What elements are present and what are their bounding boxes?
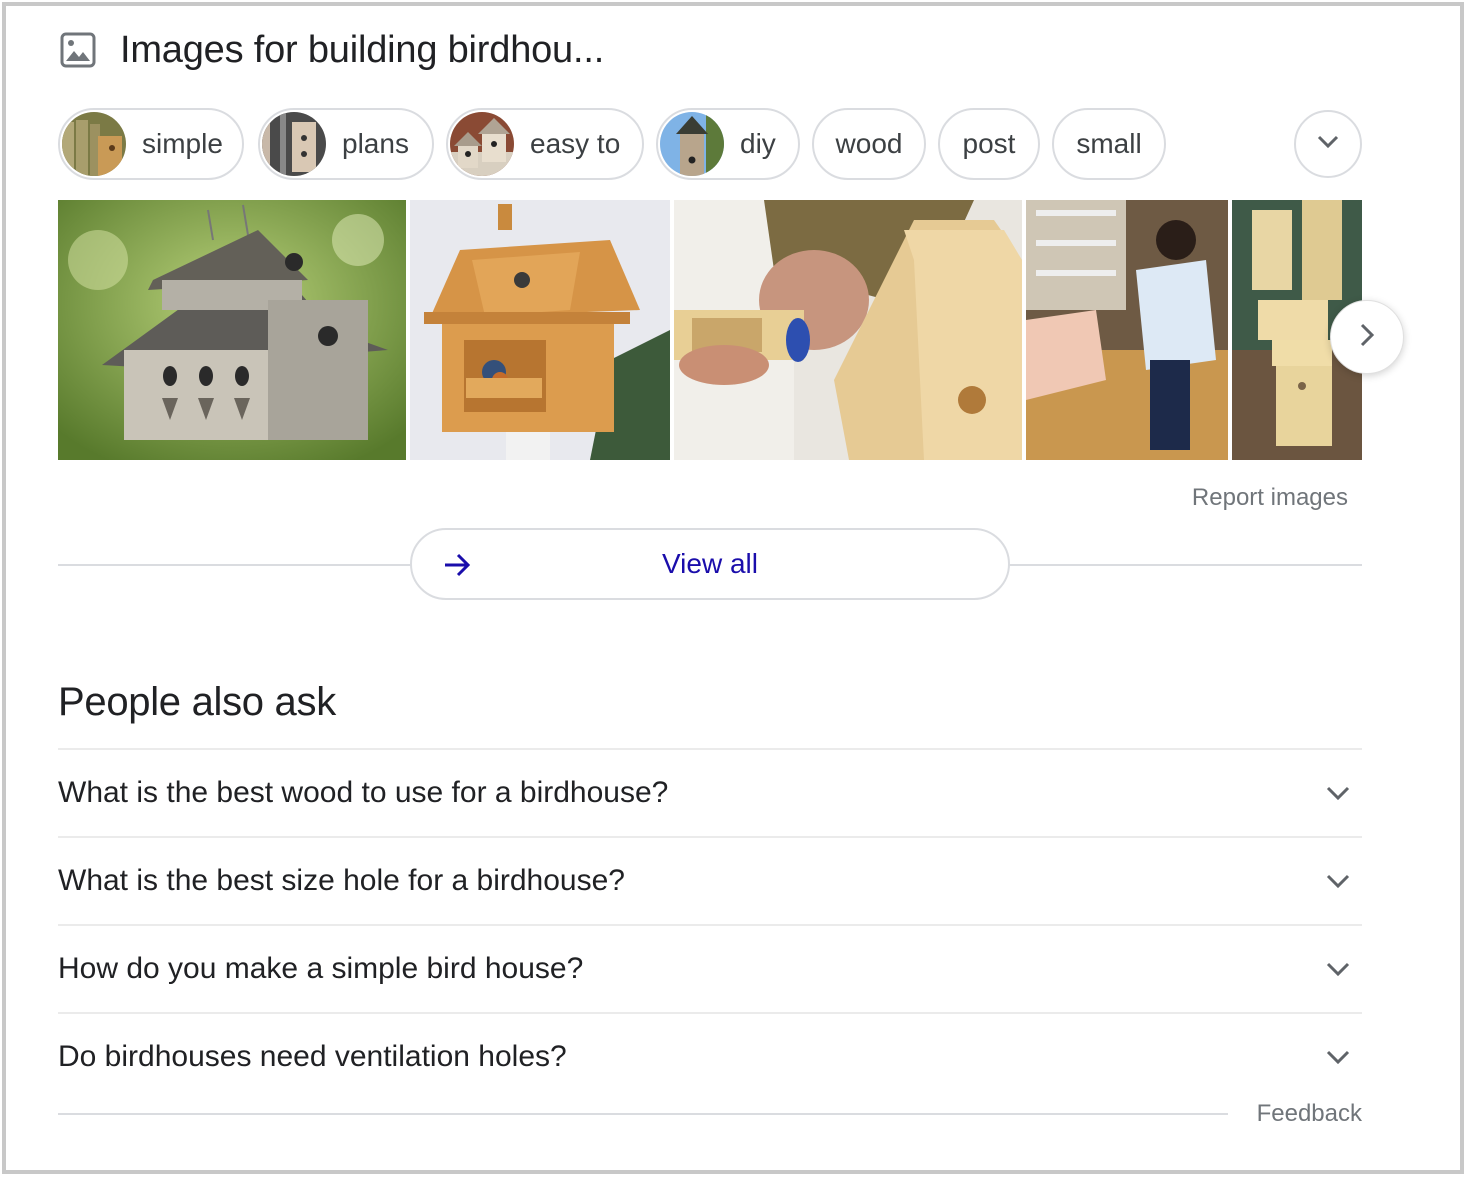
question-item[interactable]: Do birdhouses need ventilation holes? (58, 1012, 1362, 1100)
question-text: Do birdhouses need ventilation holes? (58, 1040, 567, 1073)
chip-diy[interactable]: diy (656, 108, 800, 180)
image-result-4[interactable] (1026, 200, 1228, 460)
feedback-link[interactable]: Feedback (1257, 1100, 1362, 1128)
image-birdhouse-cedar (410, 200, 670, 460)
chevron-down-icon (1324, 1043, 1352, 1071)
chip-thumbnail (660, 112, 724, 176)
chip-label: post (962, 128, 1016, 159)
chip-thumbnail (62, 112, 126, 176)
more-chips-button[interactable] (1294, 110, 1362, 178)
chip-post[interactable]: post (938, 108, 1040, 180)
chip-thumbnail (262, 112, 326, 176)
view-all-label: View all (662, 548, 758, 579)
chevron-right-icon (1359, 322, 1375, 353)
arrow-right-icon (442, 550, 472, 580)
image-icon (58, 30, 98, 70)
chip-label: simple (142, 128, 223, 159)
image-child-building (1026, 200, 1228, 460)
view-all-button[interactable]: View all (410, 528, 1010, 600)
images-section-title[interactable]: Images for building birdhou... (120, 29, 604, 72)
images-section-header: Images for building birdhou... (58, 26, 604, 74)
question-text: What is the best size hole for a birdhou… (58, 864, 625, 897)
chip-wood[interactable]: wood (812, 108, 926, 180)
image-result-1[interactable] (58, 200, 406, 460)
chip-small[interactable]: small (1052, 108, 1166, 180)
chip-label: small (1076, 128, 1142, 159)
chip-label: easy to (530, 128, 621, 159)
image-carousel (58, 200, 1362, 460)
image-result-2[interactable] (410, 200, 670, 460)
carousel-next-button[interactable] (1330, 300, 1404, 374)
chevron-down-icon (1324, 867, 1352, 895)
question-item[interactable]: How do you make a simple bird house? (58, 924, 1362, 1012)
divider (58, 1113, 1228, 1115)
question-text: What is the best wood to use for a birdh… (58, 776, 669, 809)
people-also-ask-list: What is the best wood to use for a birdh… (58, 748, 1362, 1100)
chip-plans[interactable]: plans (258, 108, 434, 180)
divider (1008, 564, 1362, 566)
image-result-3[interactable] (674, 200, 1022, 460)
chip-label: diy (740, 128, 776, 159)
question-text: How do you make a simple bird house? (58, 952, 584, 985)
chevron-down-icon (1324, 779, 1352, 807)
image-birdhouse-hanging (58, 200, 406, 460)
chip-simple[interactable]: simple (58, 108, 244, 180)
people-also-ask-heading: People also ask (58, 680, 336, 724)
chip-label: plans (342, 128, 409, 159)
chip-easy-to[interactable]: easy to (446, 108, 644, 180)
refinement-chips: simple plans easy to diy wood post small (58, 108, 1362, 180)
divider (58, 564, 412, 566)
chip-thumbnail (450, 112, 514, 176)
image-gluing-birdhouse (674, 200, 1022, 460)
question-item[interactable]: What is the best size hole for a birdhou… (58, 836, 1362, 924)
chevron-down-icon (1316, 134, 1340, 155)
report-images-link[interactable]: Report images (1192, 484, 1348, 512)
chevron-down-icon (1324, 955, 1352, 983)
question-item[interactable]: What is the best wood to use for a birdh… (58, 748, 1362, 836)
chip-label: wood (835, 128, 903, 159)
